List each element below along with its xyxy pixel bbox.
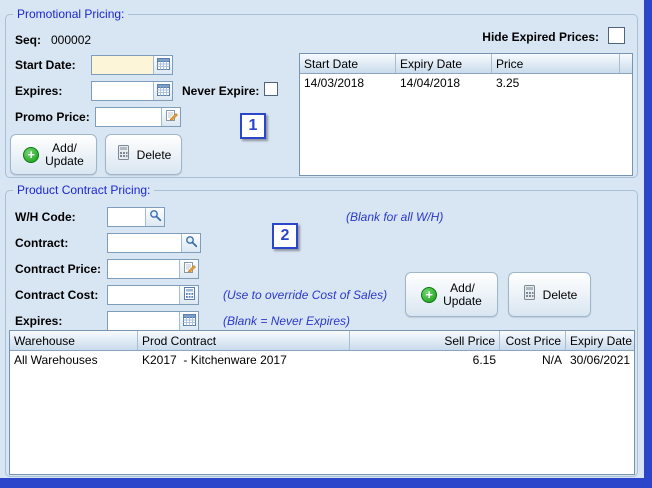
contract-expires-hint: (Blank = Never Expires) — [223, 314, 351, 328]
search-icon — [185, 235, 198, 251]
hide-expired-label: Hide Expired Prices: — [482, 30, 599, 44]
contract-table-header: Warehouse Prod Contract Sell Price Cost … — [10, 331, 634, 351]
expires-label: Expires: — [15, 84, 63, 98]
calendar-icon — [156, 83, 170, 99]
column-header-cost-price[interactable]: Cost Price — [500, 331, 566, 350]
promo-price-label: Promo Price: — [15, 110, 90, 124]
promo-price-edit-button[interactable] — [161, 108, 180, 126]
column-header-filler — [620, 54, 632, 73]
calculator-icon — [183, 287, 196, 303]
contract-input[interactable] — [107, 233, 201, 253]
expires-value — [92, 82, 153, 100]
delete-label: Delete — [136, 147, 172, 162]
cell-prod-contract: K2017 - Kitchenware 2017 — [142, 353, 287, 367]
never-expire-label: Never Expire: — [182, 84, 260, 98]
contract-delete-button[interactable]: Delete — [508, 272, 591, 317]
add-update-label-line2: Update — [45, 153, 84, 168]
promo-add-update-button[interactable]: Add/ Update — [10, 134, 97, 175]
pricing-window: Promotional Pricing: Seq: 000002 Hide Ex… — [0, 0, 652, 488]
add-update-label-line1: Add/ — [450, 280, 475, 295]
column-header-prod-contract[interactable]: Prod Contract — [138, 331, 350, 350]
delete-icon — [522, 285, 537, 304]
column-header-warehouse[interactable]: Warehouse — [10, 331, 138, 350]
contract-label: Contract: — [15, 236, 69, 250]
window-border-bottom — [0, 478, 652, 488]
promo-table-header: Start Date Expiry Date Price — [300, 54, 632, 74]
start-date-label: Start Date: — [15, 58, 76, 72]
cell-sell-price: 6.15 — [472, 353, 496, 367]
contract-expires-value — [108, 312, 179, 330]
add-update-label-line1: Add/ — [52, 140, 77, 155]
promo-price-value — [96, 108, 161, 126]
contract-pricing-table: Warehouse Prod Contract Sell Price Cost … — [9, 330, 635, 475]
delete-icon — [116, 145, 131, 164]
contract-cost-hint: (Use to override Cost of Sales) — [223, 288, 388, 302]
delete-label: Delete — [542, 287, 578, 302]
wh-code-value — [108, 208, 145, 226]
annotation-marker-2: 2 — [272, 223, 298, 249]
add-update-label-line2: Update — [443, 293, 482, 308]
edit-icon — [165, 109, 178, 125]
contract-price-input[interactable] — [107, 259, 199, 279]
cell-price: 3.25 — [496, 76, 520, 90]
cell-expiry-date: 14/04/2018 — [400, 76, 461, 90]
calendar-icon — [156, 57, 170, 73]
hide-expired-checkbox[interactable] — [608, 27, 625, 44]
expires-input[interactable] — [91, 81, 173, 101]
contract-price-label: Contract Price: — [15, 262, 102, 276]
promo-delete-button[interactable]: Delete — [105, 134, 182, 175]
cell-cost-price: N/A — [541, 353, 562, 367]
start-date-value — [92, 56, 153, 74]
contract-price-edit-button[interactable] — [179, 260, 198, 278]
column-header-price[interactable]: Price — [492, 54, 620, 73]
contract-price-value — [108, 260, 179, 278]
seq-value: 000002 — [51, 33, 92, 47]
contract-value — [108, 234, 181, 252]
search-icon — [149, 209, 162, 225]
annotation-marker-1: 1 — [240, 113, 266, 139]
cell-expiry-date: 30/06/2021 — [570, 353, 631, 367]
contract-cost-calculator-button[interactable] — [179, 286, 198, 304]
product-contract-pricing-group: Product Contract Pricing: W/H Code: (Bla… — [5, 183, 638, 477]
wh-code-hint: (Blank for all W/H) — [346, 210, 444, 224]
promotional-pricing-title: Promotional Pricing: — [13, 7, 129, 21]
calendar-icon — [182, 313, 196, 329]
contract-add-update-button[interactable]: Add/ Update — [405, 272, 498, 317]
wh-code-search-button[interactable] — [145, 208, 164, 226]
contract-cost-value — [108, 286, 179, 304]
contract-cost-input[interactable] — [107, 285, 199, 305]
contract-search-button[interactable] — [181, 234, 200, 252]
column-header-expiry-date[interactable]: Expiry Date — [396, 54, 492, 73]
column-header-sell-price[interactable]: Sell Price — [350, 331, 500, 350]
add-icon — [421, 286, 438, 303]
start-date-calendar-button[interactable] — [153, 56, 172, 74]
wh-code-label: W/H Code: — [15, 210, 76, 224]
seq-label: Seq: — [15, 33, 42, 47]
column-header-start-date[interactable]: Start Date — [300, 54, 396, 73]
expires-calendar-button[interactable] — [153, 82, 172, 100]
cell-start-date: 14/03/2018 — [304, 76, 365, 90]
product-contract-pricing-title: Product Contract Pricing: — [13, 183, 155, 197]
table-row[interactable]: All Warehouses K2017 - Kitchenware 2017 … — [10, 351, 634, 370]
contract-expires-input[interactable] — [107, 311, 199, 331]
start-date-input[interactable] — [91, 55, 173, 75]
edit-icon — [183, 261, 196, 277]
contract-cost-label: Contract Cost: — [15, 288, 99, 302]
contract-expires-label: Expires: — [15, 314, 63, 328]
contract-expires-calendar-button[interactable] — [179, 312, 198, 330]
column-header-expiry-date[interactable]: Expiry Date — [566, 331, 634, 350]
promo-price-input[interactable] — [95, 107, 181, 127]
add-icon — [23, 146, 40, 163]
promo-prices-table: Start Date Expiry Date Price 14/03/2018 … — [299, 53, 633, 176]
wh-code-input[interactable] — [107, 207, 165, 227]
promotional-pricing-group: Promotional Pricing: Seq: 000002 Hide Ex… — [5, 7, 638, 178]
never-expire-checkbox[interactable] — [264, 82, 278, 96]
table-row[interactable]: 14/03/2018 14/04/2018 3.25 — [300, 74, 632, 93]
cell-warehouse: All Warehouses — [14, 353, 98, 367]
window-border-right — [644, 0, 652, 488]
